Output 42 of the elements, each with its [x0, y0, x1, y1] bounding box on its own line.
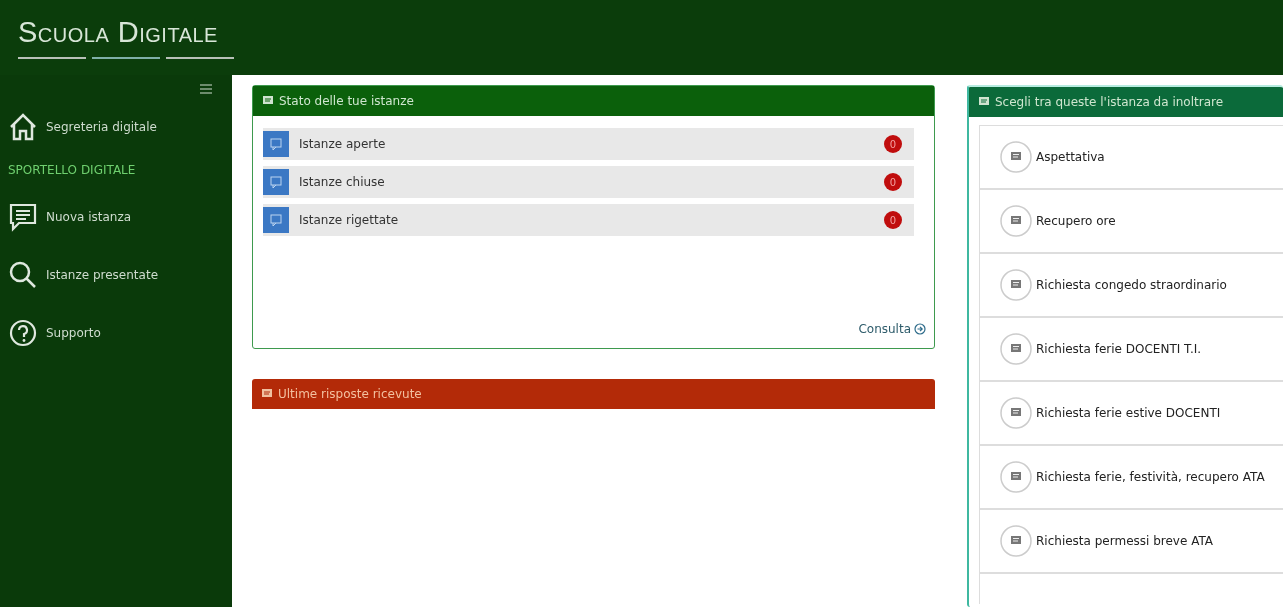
- chat-icon: [262, 389, 272, 399]
- request-item[interactable]: Recupero ore: [980, 190, 1283, 254]
- menu-icon[interactable]: [200, 83, 212, 95]
- chat-icon: [1000, 397, 1032, 429]
- sidebar-item[interactable]: Istanze presentate: [8, 253, 224, 297]
- count-badge: 0: [884, 211, 902, 229]
- sidebar-item[interactable]: Segreteria digitale: [8, 105, 224, 149]
- request-item[interactable]: Richiesta permessi breve ATA: [980, 510, 1283, 574]
- chat-icon: [1000, 525, 1032, 557]
- chat-icon: [263, 128, 289, 160]
- chat-icon: [263, 166, 289, 198]
- request-item[interactable]: Richiesta congedo straordinario: [980, 254, 1283, 318]
- chat-icon: [263, 204, 289, 236]
- chat-icon: [1000, 333, 1032, 365]
- request-item[interactable]: Aspettativa: [980, 126, 1283, 190]
- chat-icon: [1000, 205, 1032, 237]
- help-icon: [8, 318, 38, 348]
- request-item[interactable]: Richiesta ferie, festività, recupero ATA: [980, 446, 1283, 510]
- count-badge: 0: [884, 173, 902, 191]
- consulta-link[interactable]: Consulta: [858, 322, 911, 336]
- chat-icon: [8, 202, 38, 232]
- request-item[interactable]: Richiesta ferie DOCENTI T.I.: [980, 318, 1283, 382]
- count-badge: 0: [884, 135, 902, 153]
- chat-icon: [1000, 141, 1032, 173]
- panel-title: Stato delle tue istanze: [279, 94, 414, 108]
- status-row[interactable]: Istanze rigettate 0: [263, 204, 914, 236]
- search-icon: [8, 260, 38, 290]
- request-item[interactable]: Richiesta ferie estive DOCENTI: [980, 382, 1283, 446]
- panel-title: Scegli tra queste l'istanza da inoltrare: [995, 95, 1224, 109]
- status-row[interactable]: Istanze aperte 0: [263, 128, 914, 160]
- arrow-circle-icon: [914, 323, 926, 335]
- sidebar-item[interactable]: Nuova istanza: [8, 195, 224, 239]
- chat-icon: [263, 96, 273, 106]
- sidebar-section-title: SPORTELLO DIGITALE: [8, 163, 137, 177]
- logo[interactable]: Scuola Digitale: [18, 0, 236, 59]
- sidebar-item[interactable]: Supporto: [8, 311, 224, 355]
- chat-icon: [979, 97, 989, 107]
- home-icon: [8, 112, 38, 142]
- chat-icon: [1000, 269, 1032, 301]
- status-row[interactable]: Istanze chiuse 0: [263, 166, 914, 198]
- chat-icon: [1000, 461, 1032, 493]
- panel-title: Ultime risposte ricevute: [278, 387, 422, 401]
